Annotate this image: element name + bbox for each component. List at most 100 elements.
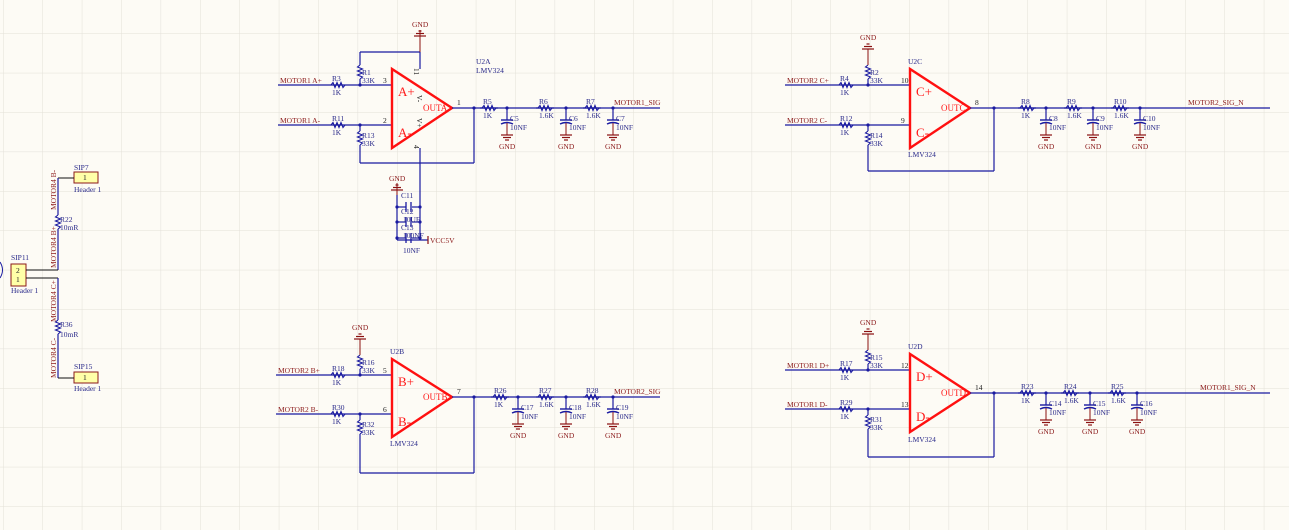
ground-label: GND [1129, 427, 1146, 436]
capacitor-ref: C5 [510, 114, 519, 123]
capacitor-ref: C7 [616, 114, 625, 123]
pin-number: 10 [901, 76, 909, 85]
opamp-pin-pos-label: A+ [398, 84, 415, 99]
power-pin-label: V+ [415, 118, 424, 128]
resistor-ref: R10 [1114, 97, 1127, 106]
resistor-ref: R29 [840, 398, 853, 407]
capacitor-value: 10NF [521, 412, 538, 421]
resistor-value: 1K [840, 373, 850, 382]
capacitor-value: 10NF [1140, 408, 1157, 417]
resistor-ref: R28 [586, 386, 599, 395]
net-label-in-neg: MOTOR2 B- [278, 405, 319, 414]
resistor-ref: R27 [539, 386, 552, 395]
opamp-pin-pos-label: C+ [916, 84, 932, 99]
header-ref: SIP11 [11, 253, 29, 262]
net-label-in-pos: MOTOR2 B+ [278, 366, 320, 375]
supply-net-label: VCC5V [430, 236, 455, 245]
resistor-ref: R23 [1021, 382, 1034, 391]
opamp-pin-pos-label: B+ [398, 374, 414, 389]
pin-number: 9 [901, 116, 905, 125]
net-label-in-pos: MOTOR2 C+ [787, 76, 829, 85]
header-type: Header 1 [11, 286, 39, 295]
capacitor-value: 10NF [1049, 123, 1066, 132]
pin-number: 14 [975, 383, 983, 392]
capacitor-value: 10NF [569, 412, 586, 421]
part-number: LMV324 [390, 439, 418, 448]
capacitor-ref: C18 [569, 403, 582, 412]
resistor-value: 1K [483, 111, 493, 120]
capacitor-ref: C11 [401, 191, 413, 200]
resistor-value: 33K [362, 76, 376, 85]
ground-label: GND [605, 431, 622, 440]
resistor-value: 33K [870, 361, 884, 370]
ground-label: GND [1132, 142, 1149, 151]
net-label-in-pos: MOTOR1 A+ [280, 76, 322, 85]
pin-number: 5 [383, 366, 387, 375]
resistor-ref: R25 [1111, 382, 1124, 391]
capacitor-value: 10NF [616, 123, 633, 132]
ground-label: GND [412, 20, 429, 29]
resistor-value: 1K [840, 88, 850, 97]
resistor-value: 33K [362, 366, 376, 375]
resistor-value: 1K [840, 128, 850, 137]
ground-label: GND [389, 174, 406, 183]
resistor-ref: R9 [1067, 97, 1076, 106]
pin-number: 3 [383, 76, 387, 85]
resistor-value: 33K [870, 139, 884, 148]
resistor-value: 10mR [60, 223, 78, 232]
resistor-value: 1.6K [1067, 111, 1082, 120]
resistor-value: 1.6K [586, 400, 601, 409]
resistor-value: 1.6K [1114, 111, 1129, 120]
schematic-sheet[interactable]: MOTOR1 A+ MOTOR1 A- R3 1K R11 1K R1 33K R13 33K A+… [0, 0, 1289, 530]
resistor-ref: R8 [1021, 97, 1030, 106]
capacitor-ref: C10 [1143, 114, 1156, 123]
net-label-vertical: MOTOR4 B- [49, 169, 58, 210]
junction-dot [395, 205, 399, 209]
opamp-pin-pos-label: D+ [916, 369, 933, 384]
resistor-value: 33K [362, 139, 376, 148]
junction-dot [395, 220, 399, 224]
resistor-value: 1.6K [1064, 396, 1079, 405]
power-pin-label: V- [415, 95, 424, 103]
resistor-value: 1K [840, 412, 850, 421]
resistor-ref: R36 [60, 320, 73, 329]
resistor-ref: R11 [332, 114, 344, 123]
pin-number: 2 [383, 116, 387, 125]
pin-number: 7 [457, 387, 461, 396]
resistor-ref: R24 [1064, 382, 1077, 391]
pin-number: 13 [901, 400, 909, 409]
resistor-value: 1.6K [1111, 396, 1126, 405]
capacitor-value: 10NF [1143, 123, 1160, 132]
pin-number: 1 [16, 275, 20, 284]
resistor-value: 1K [332, 128, 342, 137]
capacitor-ref: C9 [1096, 114, 1105, 123]
resistor-ref: R7 [586, 97, 595, 106]
ground-label: GND [510, 431, 527, 440]
ground-label: GND [1085, 142, 1102, 151]
output-net-label: MOTOR2_SIG_N [1188, 98, 1244, 107]
resistor-value: 1.6K [539, 400, 554, 409]
resistor-ref: R12 [840, 114, 853, 123]
resistor-value: 33K [870, 76, 884, 85]
ground-label: GND [1038, 427, 1055, 436]
output-net-label: MOTOR1_SIG_N [1200, 383, 1256, 392]
ground-label: GND [605, 142, 622, 151]
net-label-vertical: MOTOR4 B+ [49, 226, 58, 268]
resistor-ref: R30 [332, 403, 345, 412]
pin-number: 8 [975, 98, 979, 107]
ground-label: GND [352, 323, 369, 332]
resistor-value: 33K [362, 428, 376, 437]
ground-label: GND [1082, 427, 1099, 436]
header-type: Header 1 [74, 185, 102, 194]
sheet-grid [0, 0, 1289, 530]
resistor-value: 1.6K [586, 111, 601, 120]
unit-designator: U2D [908, 342, 923, 351]
ground-label: GND [1038, 142, 1055, 151]
pin-number: 2 [16, 266, 20, 275]
opamp-output-label: OUTA [423, 103, 448, 113]
header-type: Header 1 [74, 384, 102, 393]
resistor-value: 1K [1021, 396, 1031, 405]
ground-label: GND [499, 142, 516, 151]
schematic-canvas[interactable]: MOTOR1 A+MOTOR1 A-R31KR111KR133KR1333KA+… [0, 0, 1289, 530]
resistor-ref: R18 [332, 364, 345, 373]
